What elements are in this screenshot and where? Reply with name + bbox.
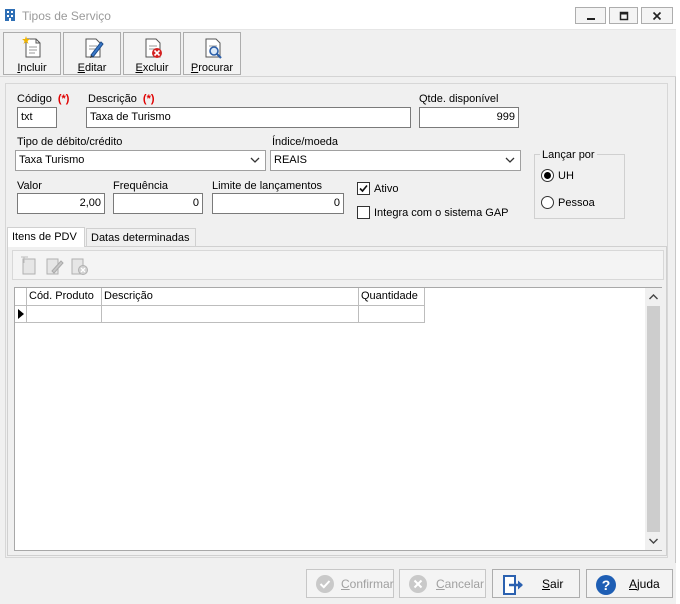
minimize-button[interactable]: [575, 7, 606, 24]
tipo-label: Tipo de débito/crédito: [17, 136, 123, 148]
integra-label: Integra com o sistema GAP: [374, 207, 509, 219]
ativo-checkbox[interactable]: [357, 182, 370, 195]
add-row-icon: [21, 256, 36, 275]
edit-document-icon: [85, 38, 104, 58]
codigo-label: Código (*): [17, 93, 70, 105]
descricao-input[interactable]: Taxa de Turismo: [86, 107, 411, 128]
confirm-check-icon: [316, 575, 334, 593]
col-header-quantidade[interactable]: Quantidade: [359, 288, 425, 306]
tab-itens-pdv[interactable]: Itens de PDV: [7, 227, 85, 247]
valor-input[interactable]: 2,00: [17, 193, 105, 214]
indice-select-value: REAIS: [274, 154, 308, 166]
delete-document-icon: [145, 38, 162, 58]
radio-uh[interactable]: [541, 169, 554, 182]
close-icon: [652, 11, 662, 20]
row-indicator: [15, 306, 27, 323]
excluir-label: Excluir: [135, 62, 169, 74]
svg-text:?: ?: [602, 577, 611, 593]
lancar-por-group: [534, 154, 625, 219]
sair-button[interactable]: Sair: [492, 569, 580, 598]
editar-button[interactable]: Editar: [63, 32, 121, 75]
descricao-required-mark: (*): [142, 93, 155, 105]
indice-select[interactable]: REAIS: [270, 150, 521, 171]
close-button[interactable]: [641, 7, 673, 24]
grid-toolbar: [12, 250, 664, 280]
tipo-select[interactable]: Taxa Turismo: [15, 150, 266, 171]
exit-door-icon: [503, 575, 523, 595]
cancelar-label: Cancelar: [436, 577, 485, 591]
scroll-down-icon[interactable]: [645, 533, 662, 549]
tab-datas-determinadas[interactable]: Datas determinadas: [86, 228, 196, 248]
grid-add-button[interactable]: [18, 255, 40, 277]
main-window: Tipos de Serviço Incluir Editar Excluir …: [0, 0, 676, 604]
ajuda-button[interactable]: ? Ajuda: [586, 569, 673, 598]
qtde-label: Qtde. disponível: [419, 93, 499, 105]
grid-cell-cod-produto[interactable]: [27, 306, 102, 323]
help-question-icon: ?: [596, 575, 616, 595]
building-icon: [5, 9, 15, 21]
cancelar-button[interactable]: Cancelar: [399, 569, 486, 598]
confirmar-button[interactable]: Confirmar: [306, 569, 394, 598]
grid-delete-button[interactable]: [68, 255, 90, 277]
radio-selected-dot: [544, 172, 551, 179]
qtde-input[interactable]: 999: [419, 107, 519, 128]
valor-label: Valor: [17, 180, 42, 192]
lancar-por-label: Lançar por: [540, 149, 597, 161]
codigo-required-mark: (*): [57, 93, 70, 105]
cancel-x-icon: [409, 575, 427, 593]
integra-checkbox[interactable]: [357, 206, 370, 219]
limite-label: Limite de lançamentos: [212, 180, 323, 192]
col-header-descricao[interactable]: Descrição: [102, 288, 359, 306]
vertical-scrollbar[interactable]: [645, 288, 662, 550]
minimize-icon: [586, 17, 595, 20]
procurar-button[interactable]: Procurar: [183, 32, 241, 75]
title-bar: Tipos de Serviço: [0, 0, 676, 30]
indice-label: Índice/moeda: [272, 136, 339, 148]
col-header-cod-produto[interactable]: Cód. Produto: [27, 288, 102, 306]
descricao-label: Descrição (*): [88, 93, 155, 105]
items-grid[interactable]: Cód. Produto Descrição Quantidade: [14, 287, 662, 551]
procurar-label: Procurar: [190, 62, 234, 74]
ativo-label: Ativo: [374, 183, 399, 195]
chevron-down-icon: [505, 157, 515, 163]
new-document-icon: [22, 36, 41, 58]
edit-row-icon: [46, 258, 64, 275]
tipo-select-value: Taxa Turismo: [19, 154, 85, 166]
grid-edit-button[interactable]: [43, 255, 65, 277]
maximize-icon: [619, 11, 628, 20]
incluir-label: Incluir: [17, 62, 47, 74]
frequencia-input[interactable]: 0: [113, 193, 203, 214]
sair-label: Sair: [542, 577, 564, 591]
toolbar: Incluir Editar Excluir Procurar: [0, 30, 676, 77]
radio-uh-label: UH: [558, 170, 574, 182]
chevron-down-icon: [250, 157, 260, 163]
ajuda-label: Ajuda: [629, 577, 660, 591]
delete-row-icon: [71, 258, 88, 275]
radio-pessoa[interactable]: [541, 196, 554, 209]
search-document-icon: [205, 38, 222, 59]
row-pointer-icon: [18, 309, 24, 319]
radio-pessoa-label: Pessoa: [558, 197, 595, 209]
window-title: Tipos de Serviço: [22, 9, 111, 23]
editar-label: Editar: [77, 62, 107, 74]
confirmar-label: Confirmar: [341, 577, 394, 591]
maximize-button[interactable]: [609, 7, 638, 24]
footer-bar: Confirmar Cancelar Sair ? Ajuda: [0, 563, 676, 604]
excluir-button[interactable]: Excluir: [123, 32, 181, 75]
tab-panel-itens: Cód. Produto Descrição Quantidade: [7, 246, 667, 556]
scrollbar-thumb[interactable]: [647, 306, 660, 532]
codigo-input[interactable]: txt: [17, 107, 57, 128]
grid-cell-quantidade[interactable]: [359, 306, 425, 323]
grid-cell-descricao[interactable]: [102, 306, 359, 323]
checkmark-icon: [359, 184, 368, 193]
limite-input[interactable]: 0: [212, 193, 344, 214]
frequencia-label: Frequência: [113, 180, 169, 192]
scroll-up-icon[interactable]: [645, 289, 662, 305]
incluir-button[interactable]: Incluir: [3, 32, 61, 75]
grid-corner-header: [15, 288, 27, 306]
